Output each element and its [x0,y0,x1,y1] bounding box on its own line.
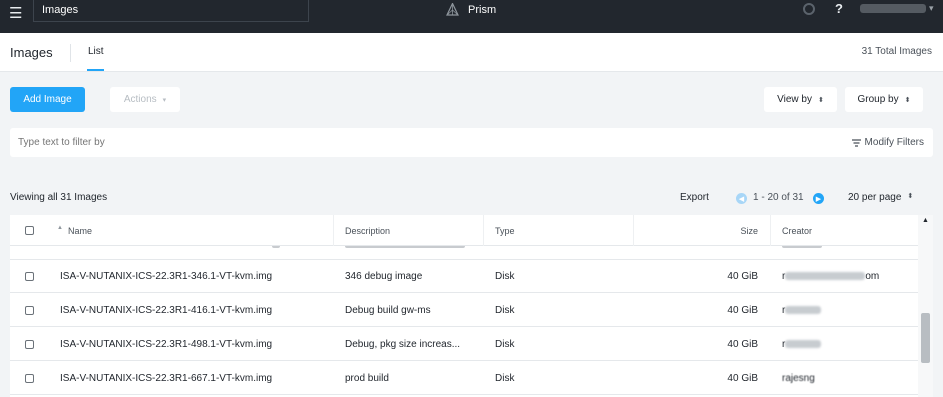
table-scrollbar[interactable]: ▲ [918,215,933,397]
top-navbar: ☰ Images Prism ? ▾ [0,0,943,33]
scrollbar-thumb[interactable] [921,313,930,363]
table-header: ▲ Name Description Type Size Creator [10,215,918,246]
filter-icon [851,138,861,147]
images-table: ▲ Name Description Type Size Creator ISA… [10,215,933,397]
redacted-text [785,272,866,281]
modify-filters-label: Modify Filters [864,137,924,148]
user-menu[interactable] [860,4,926,13]
redacted-text [785,340,822,349]
column-header-description[interactable]: Description [345,226,390,236]
image-name[interactable]: ISA-V-NUTANIX-ICS-22.3R1-346.1-VT-kvm.im… [60,271,272,282]
sort-ascending-icon[interactable]: ▲ [57,225,63,231]
add-image-button[interactable]: Add Image [10,87,85,112]
alerts-status-icon[interactable] [803,3,815,15]
total-images-count: 31 Total Images [861,46,932,57]
hamburger-menu-icon[interactable]: ☰ [9,4,22,22]
tab-list[interactable]: List [88,46,104,57]
image-creator: r [782,305,822,316]
image-creator: rajesng [782,373,815,384]
filter-input[interactable] [18,137,418,148]
add-image-label: Add Image [23,94,72,105]
help-icon[interactable]: ? [835,1,843,16]
group-by-label: Group by [857,94,899,105]
image-name[interactable]: ISA-V-NUTANIX-ICS-22.3R1-667.1-VT-kvm.im… [60,373,272,384]
image-description: Debug, pkg size increas... [345,339,461,350]
chevron-down-icon: ▾ [162,96,167,104]
brand: Prism [446,3,496,16]
per-page-select[interactable]: 20 per page ⬍ [848,192,913,203]
column-header-size[interactable]: Size [740,226,758,236]
column-divider [633,215,634,246]
table-row[interactable]: ISA-V-NUTANIX-ICS-22.3R1-667.1-VT-kvm.im… [10,362,918,395]
row-checkbox[interactable] [25,340,34,349]
prism-logo-icon [446,3,459,16]
filter-bar: Modify Filters [10,128,933,157]
table-row[interactable]: ISA-V-NUTANIX-ICS-22.3R1-498.1-VT-kvm.im… [10,328,918,361]
image-type: Disk [495,339,515,350]
image-size: 40 GiB [727,271,758,282]
page-title: Images [10,45,53,60]
actions-dropdown: Actions ▾ [110,87,180,112]
group-by-button[interactable]: Group by ⬍ [845,87,923,112]
prev-page-button[interactable]: ◀ [736,193,747,204]
view-by-button[interactable]: View by ⬍ [764,87,837,112]
image-type: Disk [495,373,515,384]
active-tab-indicator [87,69,104,71]
image-size: 40 GiB [727,339,758,350]
sort-updown-icon: ⬍ [904,96,911,104]
image-type: Disk [495,271,515,282]
title-divider [70,44,71,62]
sort-updown-icon: ⬍ [907,193,914,200]
scroll-up-icon[interactable]: ▲ [922,217,929,224]
table-row-partial [10,246,918,260]
per-page-label: 20 per page [848,192,902,203]
view-by-label: View by [777,94,812,105]
column-header-name[interactable]: Name [68,226,92,236]
image-type: Disk [495,305,515,316]
sort-updown-icon: ⬍ [817,96,824,104]
image-name[interactable]: ISA-V-NUTANIX-ICS-22.3R1-498.1-VT-kvm.im… [60,339,272,350]
actions-label: Actions [123,94,157,105]
column-divider [483,215,484,246]
brand-name: Prism [468,3,497,16]
redacted-text [785,306,822,315]
image-description: prod build [345,373,389,384]
column-header-type[interactable]: Type [495,226,515,236]
modify-filters-button[interactable]: Modify Filters [851,137,924,148]
image-creator: r [782,339,822,350]
column-header-creator[interactable]: Creator [782,226,812,236]
select-all-checkbox[interactable] [25,226,34,235]
image-size: 40 GiB [727,373,758,384]
next-page-button[interactable]: ▶ [813,193,824,204]
page-header: Images List 31 Total Images [0,33,943,72]
column-divider [333,215,334,246]
image-name[interactable]: ISA-V-NUTANIX-ICS-22.3R1-416.1-VT-kvm.im… [60,305,272,316]
image-creator: r om [782,271,879,282]
row-checkbox[interactable] [25,374,34,383]
image-description: Debug build gw-ms [345,305,431,316]
image-description: 346 debug image [345,271,423,282]
image-size: 40 GiB [727,305,758,316]
column-divider [770,215,771,246]
export-link[interactable]: Export [680,192,709,203]
creator-text-suffix: om [865,271,880,282]
table-row[interactable]: ISA-V-NUTANIX-ICS-22.3R1-346.1-VT-kvm.im… [10,260,918,293]
row-checkbox[interactable] [25,272,34,281]
chevron-down-icon[interactable]: ▾ [929,3,934,14]
page-range-label: 1 - 20 of 31 [753,192,804,203]
global-search-input[interactable]: Images [33,0,309,22]
table-row[interactable]: ISA-V-NUTANIX-ICS-22.3R1-416.1-VT-kvm.im… [10,294,918,327]
row-checkbox[interactable] [25,306,34,315]
viewing-count-label: Viewing all 31 Images [10,192,108,203]
